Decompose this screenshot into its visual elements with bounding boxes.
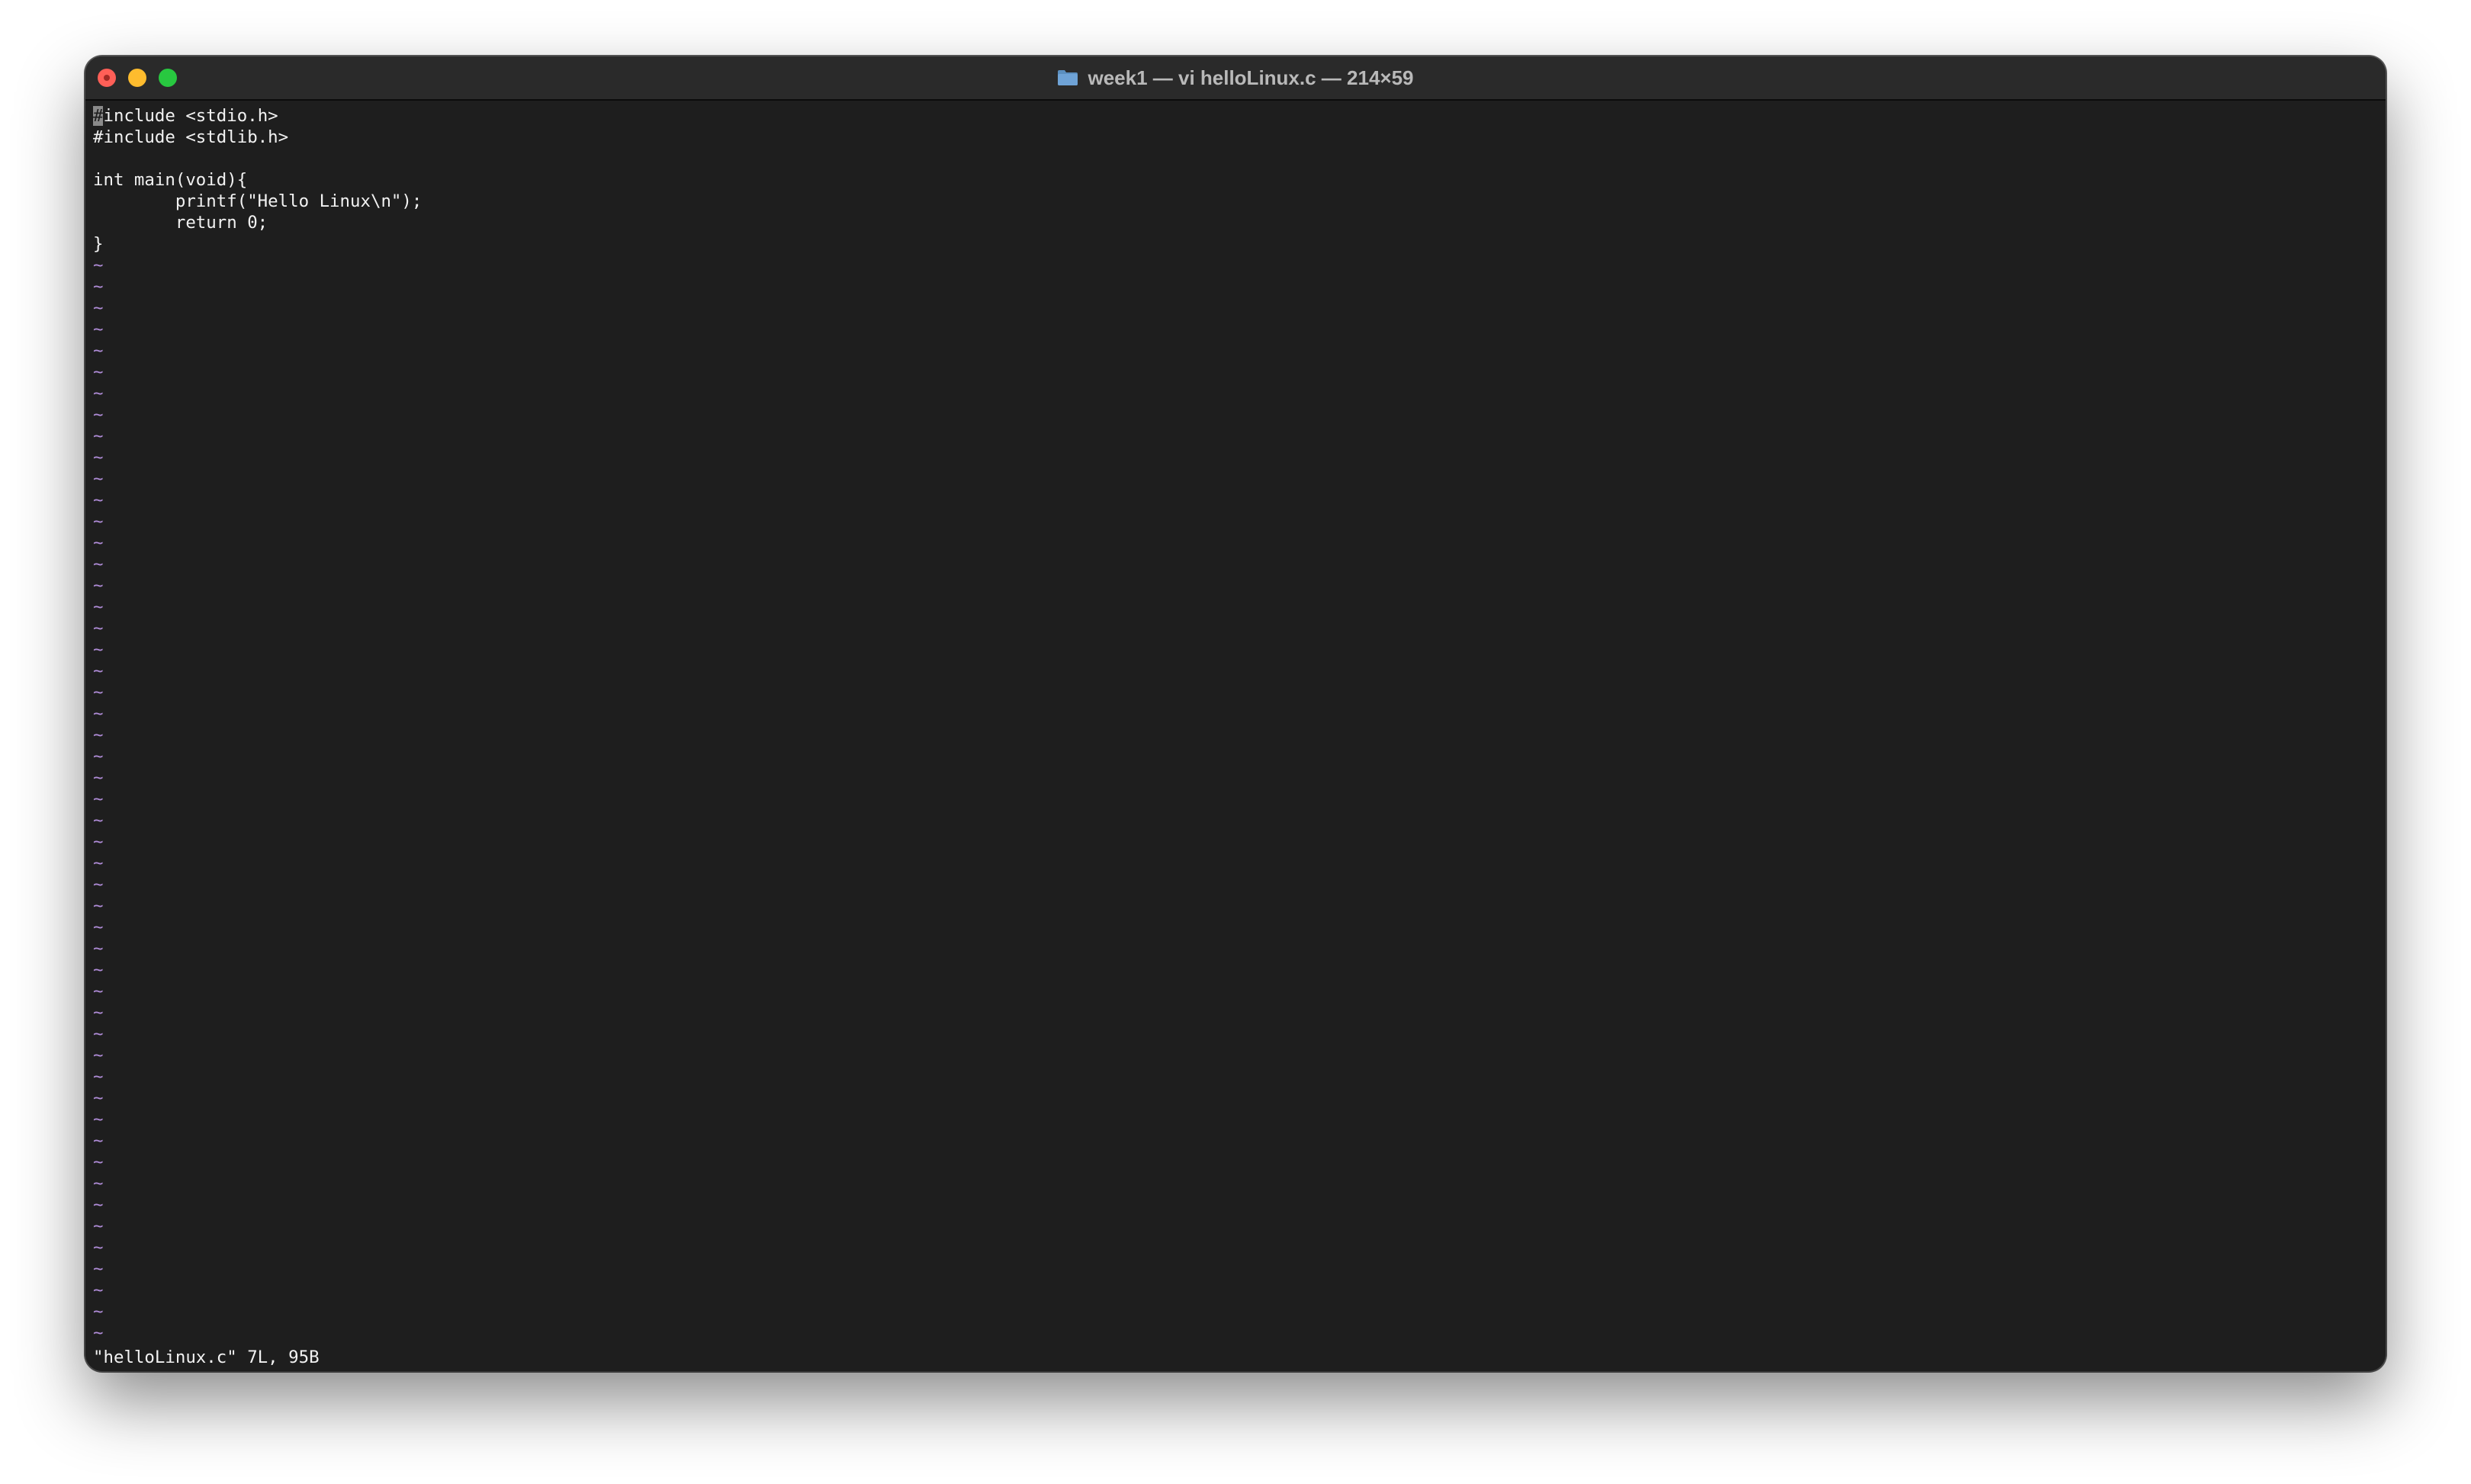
terminal-window: week1 — vi helloLinux.c — 214×59 #includ… bbox=[85, 56, 2386, 1371]
empty-line-tilde: ~ bbox=[93, 362, 104, 382]
empty-line-tilde: ~ bbox=[93, 405, 104, 425]
empty-line-tilde: ~ bbox=[93, 789, 104, 809]
empty-line-tilde: ~ bbox=[93, 1131, 104, 1151]
empty-line-tilde: ~ bbox=[93, 640, 104, 660]
empty-line-tilde: ~ bbox=[93, 618, 104, 638]
empty-line-markers: ~ ~ ~ ~ ~ ~ ~ ~ ~ ~ ~ ~ ~ ~ ~ ~ ~ ~ ~ ~ ~ ~ ~ ~ ~ ~ ~ ~ ~ ~ ~ ~ ~ ~ ~ ~ ~ ~ ~ ~… bbox=[93, 255, 2378, 1344]
code-line: return 0; bbox=[93, 213, 268, 233]
empty-line-tilde: ~ bbox=[93, 426, 104, 446]
code-line: #include <stdlib.h> bbox=[93, 127, 289, 147]
empty-line-tilde: ~ bbox=[93, 832, 104, 852]
empty-line-tilde: ~ bbox=[93, 683, 104, 702]
empty-line-tilde: ~ bbox=[93, 811, 104, 830]
empty-line-tilde: ~ bbox=[93, 1238, 104, 1258]
empty-line-tilde: ~ bbox=[93, 1302, 104, 1322]
code-line: #include <stdio.h> bbox=[93, 106, 278, 126]
empty-line-tilde: ~ bbox=[93, 533, 104, 553]
empty-line-tilde: ~ bbox=[93, 1067, 104, 1087]
empty-line-tilde: ~ bbox=[93, 981, 104, 1001]
window-title: week1 — vi helloLinux.c — 214×59 bbox=[85, 56, 2386, 99]
text-cursor: # bbox=[93, 106, 104, 126]
empty-line-tilde: ~ bbox=[93, 469, 104, 489]
title-bar[interactable]: week1 — vi helloLinux.c — 214×59 bbox=[85, 56, 2386, 101]
empty-line-tilde: ~ bbox=[93, 1195, 104, 1215]
empty-line-tilde: ~ bbox=[93, 1110, 104, 1129]
empty-line-tilde: ~ bbox=[93, 1024, 104, 1044]
code-line: } bbox=[93, 234, 104, 254]
empty-line-tilde: ~ bbox=[93, 341, 104, 361]
empty-line-tilde: ~ bbox=[93, 704, 104, 724]
empty-line-tilde: ~ bbox=[93, 597, 104, 617]
vi-status-line: "helloLinux.c" 7L, 95B bbox=[93, 1347, 320, 1367]
empty-line-tilde: ~ bbox=[93, 1259, 104, 1279]
empty-line-tilde: ~ bbox=[93, 490, 104, 510]
empty-line-tilde: ~ bbox=[93, 1216, 104, 1236]
empty-line-tilde: ~ bbox=[93, 1003, 104, 1023]
empty-line-tilde: ~ bbox=[93, 768, 104, 788]
empty-line-tilde: ~ bbox=[93, 1323, 104, 1343]
empty-line-tilde: ~ bbox=[93, 298, 104, 318]
empty-line-tilde: ~ bbox=[93, 1152, 104, 1172]
empty-line-tilde: ~ bbox=[93, 277, 104, 297]
empty-line-tilde: ~ bbox=[93, 554, 104, 574]
empty-line-tilde: ~ bbox=[93, 1046, 104, 1065]
empty-line-tilde: ~ bbox=[93, 917, 104, 937]
empty-line-tilde: ~ bbox=[93, 960, 104, 980]
empty-line-tilde: ~ bbox=[93, 661, 104, 681]
code-line: int main(void){ bbox=[93, 170, 248, 190]
empty-line-tilde: ~ bbox=[93, 384, 104, 403]
empty-line-tilde: ~ bbox=[93, 875, 104, 895]
empty-line-tilde: ~ bbox=[93, 448, 104, 467]
empty-line-tilde: ~ bbox=[93, 255, 104, 275]
empty-line-tilde: ~ bbox=[93, 1088, 104, 1108]
folder-icon bbox=[1057, 69, 1078, 86]
empty-line-tilde: ~ bbox=[93, 747, 104, 766]
empty-line-tilde: ~ bbox=[93, 512, 104, 532]
empty-line-tilde: ~ bbox=[93, 896, 104, 916]
code-line: printf("Hello Linux\n"); bbox=[93, 191, 423, 211]
vi-buffer[interactable]: #include <stdio.h> #include <stdlib.h> i… bbox=[93, 105, 2378, 1371]
empty-line-tilde: ~ bbox=[93, 1174, 104, 1193]
empty-line-tilde: ~ bbox=[93, 853, 104, 873]
empty-line-tilde: ~ bbox=[93, 939, 104, 959]
empty-line-tilde: ~ bbox=[93, 725, 104, 745]
empty-line-tilde: ~ bbox=[93, 576, 104, 596]
window-title-text: week1 — vi helloLinux.c — 214×59 bbox=[1088, 66, 1414, 89]
empty-line-tilde: ~ bbox=[93, 320, 104, 339]
empty-line-tilde: ~ bbox=[93, 1280, 104, 1300]
